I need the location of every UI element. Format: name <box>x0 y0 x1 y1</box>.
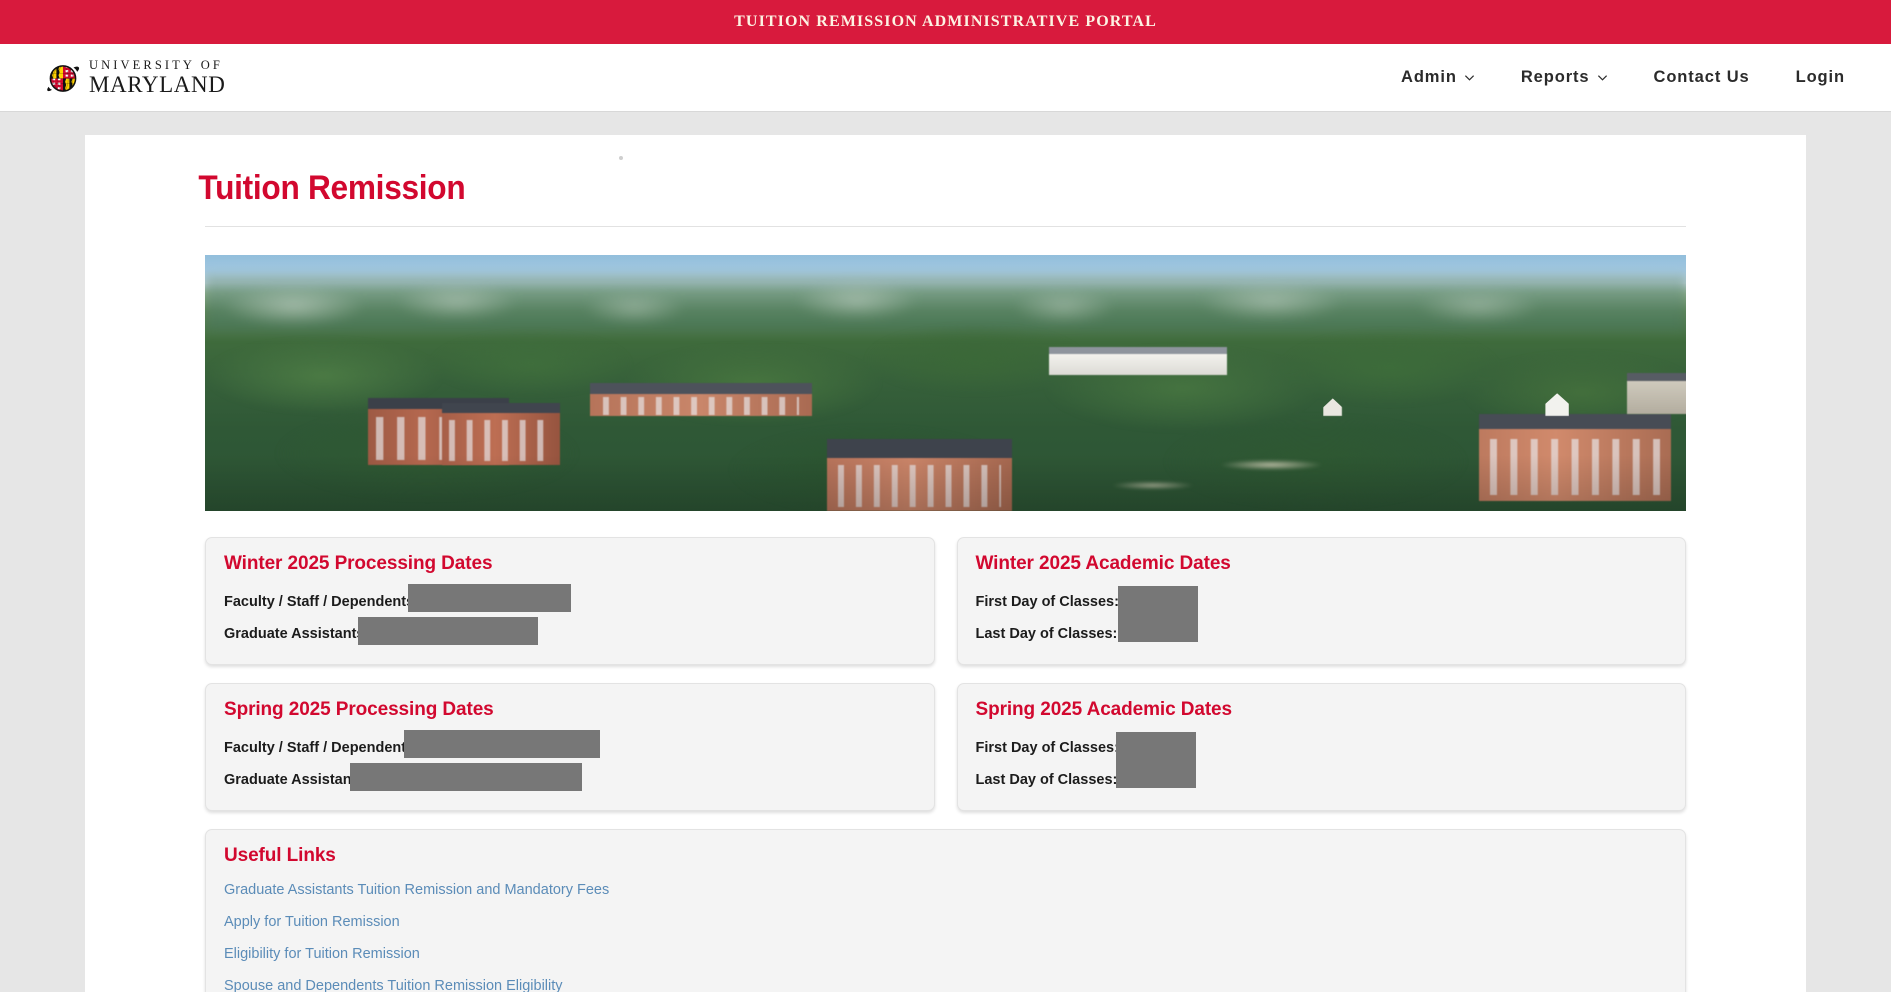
main-navigation: Admin Reports Contact Us Login <box>1401 68 1845 87</box>
link-apply-for-tuition-remission[interactable]: Apply for Tuition Remission <box>224 914 400 930</box>
row-last-day-of-classes: Last Day of Classes: <box>976 620 1668 647</box>
row-label: First Day of Classes: <box>975 593 1119 610</box>
row-label: Faculty / Staff / Dependents: <box>224 739 419 756</box>
card-title: Spring 2025 Processing Dates <box>224 699 494 720</box>
umd-globe-logo-icon <box>46 61 80 95</box>
nav-label-contact-us: Contact Us <box>1653 68 1750 86</box>
card-title: Winter 2025 Academic Dates <box>975 553 1231 574</box>
row-label: Graduate Assistants: <box>224 625 370 642</box>
portal-announcement-bar: TUITION REMISSION ADMINISTRATIVE PORTAL <box>0 0 1891 44</box>
card-title: Winter 2025 Processing Dates <box>224 553 493 574</box>
nav-label-admin: Admin <box>1401 68 1457 86</box>
link-eligibility-for-tuition-remission[interactable]: Eligibility for Tuition Remission <box>224 946 420 962</box>
campus-hero-image <box>205 255 1686 511</box>
page-title: Tuition Remission <box>198 169 466 207</box>
row-graduate-assistants: Graduate Assistants: N <box>224 617 916 647</box>
row-faculty-staff-dependents: Faculty / Staff / Dependents: <box>224 584 916 615</box>
nav-item-admin[interactable]: Admin <box>1401 68 1475 87</box>
row-label: First Day of Classes: <box>975 739 1119 756</box>
row-label: Last Day of Classes: <box>975 625 1118 642</box>
link-spouse-dependents-eligibility[interactable]: Spouse and Dependents Tuition Remission … <box>224 978 563 992</box>
nav-label-login: Login <box>1795 68 1845 86</box>
logo-line-university-of: UNIVERSITY OF <box>89 57 223 72</box>
decorative-dot <box>619 156 623 160</box>
chevron-down-icon <box>1597 72 1608 83</box>
row-label: Faculty / Staff / Dependents: <box>224 593 419 610</box>
dates-card-grid: Winter 2025 Processing Dates Faculty / S… <box>205 537 1686 992</box>
row-faculty-staff-dependents: Faculty / Staff / Dependents: <box>224 730 916 761</box>
portal-announcement-text: TUITION REMISSION ADMINISTRATIVE PORTAL <box>734 13 1157 30</box>
nav-item-reports[interactable]: Reports <box>1521 68 1608 87</box>
redacted-value-block <box>404 730 600 758</box>
nav-item-login[interactable]: Login <box>1796 68 1845 87</box>
logo-line-maryland: MARYLAND <box>89 72 226 98</box>
row-label: Graduate Assistants: <box>224 771 370 788</box>
chevron-down-icon <box>1464 72 1475 83</box>
redacted-value-block <box>408 584 571 612</box>
redacted-value-block <box>350 763 582 791</box>
site-header: UNIVERSITY OF MARYLAND Admin Reports Con… <box>0 44 1891 112</box>
row-first-day-of-classes: First Day of Classes: <box>975 732 1668 788</box>
row-first-day-of-classes: First Day of Classes: <box>975 586 1668 642</box>
redacted-value-block <box>358 617 538 645</box>
page-content-panel: Tuition Remission Winter 2025 Processing… <box>85 135 1806 992</box>
card-title: Useful Links <box>224 845 336 866</box>
nav-item-contact-us[interactable]: Contact Us <box>1654 68 1750 87</box>
nav-label-reports: Reports <box>1520 68 1590 86</box>
row-graduate-assistants: Graduate Assistants: <box>224 763 916 793</box>
card-winter-processing-dates: Winter 2025 Processing Dates Faculty / S… <box>205 537 935 665</box>
card-title: Spring 2025 Academic Dates <box>975 699 1233 720</box>
umd-logo-link[interactable]: UNIVERSITY OF MARYLAND <box>46 57 226 98</box>
title-divider <box>205 226 1686 227</box>
card-winter-academic-dates: Winter 2025 Academic Dates First Day of … <box>956 537 1686 665</box>
row-last-day-of-classes: Last Day of Classes: <box>976 766 1668 793</box>
link-graduate-assistants-fees[interactable]: Graduate Assistants Tuition Remission an… <box>224 882 609 898</box>
card-useful-links: Useful Links Graduate Assistants Tuition… <box>205 829 1686 992</box>
card-spring-academic-dates: Spring 2025 Academic Dates First Day of … <box>956 683 1686 811</box>
card-spring-processing-dates: Spring 2025 Processing Dates Faculty / S… <box>205 683 935 811</box>
row-label: Last Day of Classes: <box>975 771 1118 788</box>
